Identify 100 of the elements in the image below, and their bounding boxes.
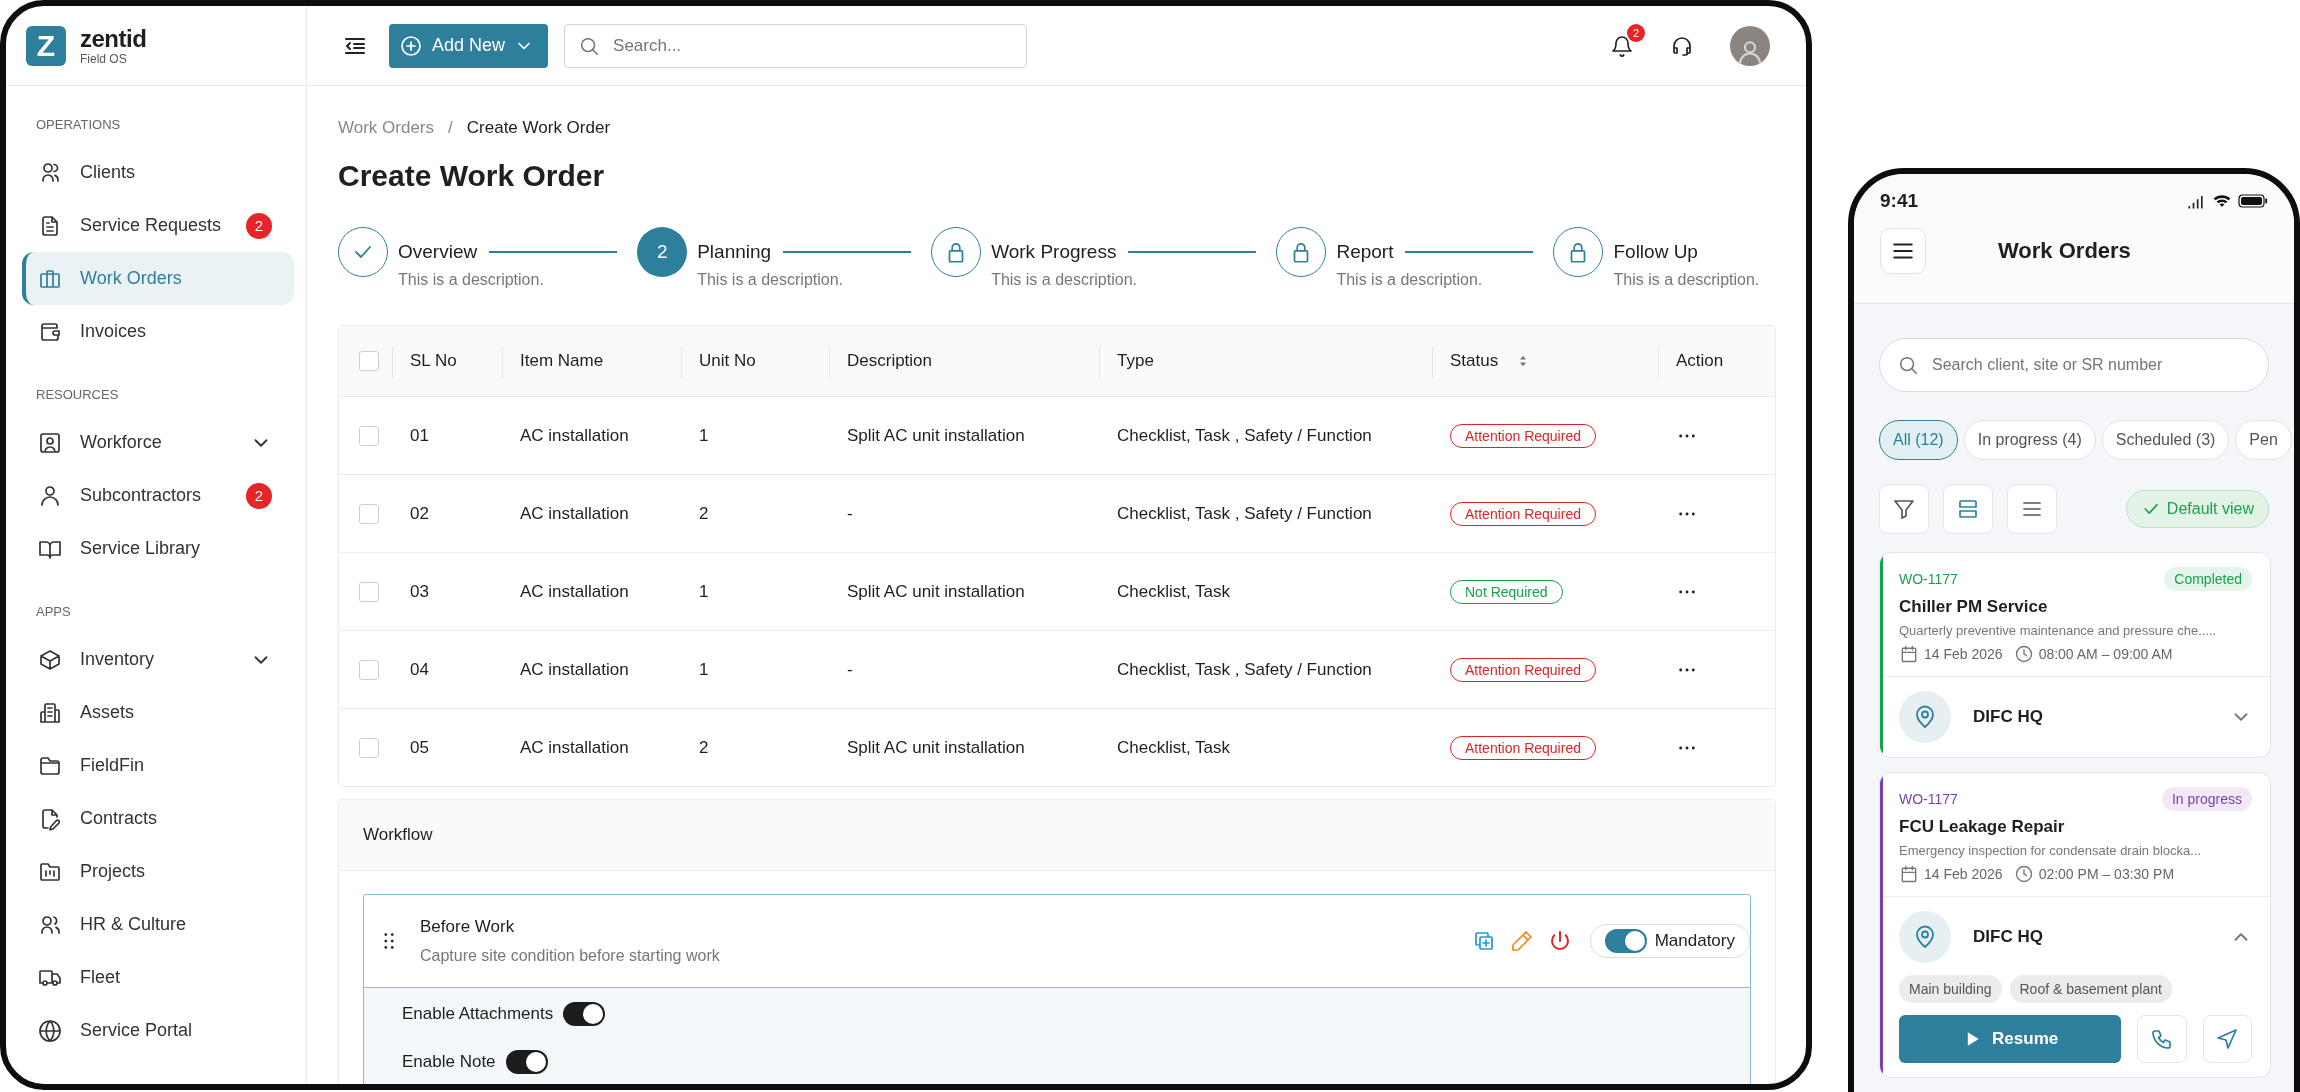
filter-chip[interactable]: Scheduled (3): [2101, 420, 2230, 460]
toggle-switch[interactable]: [505, 1050, 548, 1074]
table-cell: AC installation: [520, 737, 629, 758]
nav-item[interactable]: Contracts: [22, 792, 294, 845]
area-tag: Main building: [1899, 975, 2002, 1003]
order-date: 14 Feb 2026: [1924, 646, 2003, 662]
step-label: Planning: [697, 241, 772, 263]
nav-item[interactable]: Clients: [22, 146, 294, 199]
toggle-switch[interactable]: [1604, 929, 1647, 953]
status-badge: In progress: [2161, 787, 2252, 811]
nav-item[interactable]: Projects: [22, 845, 294, 898]
table-cell: Checklist, Task , Safety / Function: [1117, 503, 1372, 524]
logo-mark: Z: [26, 25, 66, 66]
call-button[interactable]: [2137, 1015, 2187, 1063]
filter-icon: [1892, 497, 1916, 521]
table-cell: 2: [699, 737, 709, 758]
order-date: 14 Feb 2026: [1924, 866, 2003, 882]
nav-item[interactable]: Service Library: [22, 522, 294, 575]
table-cell: Split AC unit installation: [847, 425, 1025, 446]
search-icon: [1897, 354, 1919, 376]
stage-description: Capture site condition before starting work: [420, 947, 721, 965]
bell-icon[interactable]: [1610, 33, 1634, 58]
nav-item[interactable]: Workforce: [22, 416, 294, 469]
person-icon: [38, 483, 62, 508]
count-badge: 2: [246, 212, 272, 239]
view-button[interactable]: [1879, 484, 1929, 534]
table-cell: Checklist, Task: [1117, 581, 1231, 602]
filter-chip[interactable]: Pen: [2235, 420, 2292, 460]
menu-button[interactable]: [1880, 228, 1926, 274]
nav-item[interactable]: Invoices: [22, 305, 294, 358]
search-field[interactable]: Search...: [564, 23, 1028, 68]
order-id: WO-1177: [1899, 791, 1958, 807]
panel-title: Workflow: [363, 825, 433, 845]
step-description: This is a description.: [697, 271, 845, 289]
nav-item[interactable]: Assets: [22, 686, 294, 739]
order-time: 02:00 PM – 03:30 PM: [2038, 866, 2175, 882]
order-id: WO-1177: [1899, 571, 1958, 587]
brand-name: zentid: [80, 25, 147, 52]
checkbox[interactable]: [359, 737, 379, 758]
column-header: Status: [1450, 351, 1499, 371]
column-header: Unit No: [699, 351, 756, 371]
filter-chip[interactable]: All (12): [1879, 420, 1958, 460]
column-header: SL No: [410, 351, 457, 371]
notification-badge: 2: [1627, 23, 1645, 42]
table-cell: 2: [699, 503, 709, 524]
location-pin-icon: [1899, 691, 1951, 743]
table-cell: AC installation: [520, 659, 629, 680]
checkbox[interactable]: [359, 503, 379, 524]
nav-item[interactable]: Service Requests 2: [22, 199, 294, 252]
nav-item[interactable]: FieldFin: [22, 739, 294, 792]
breadcrumb-separator: /: [448, 117, 453, 139]
table-cell: AC installation: [520, 503, 629, 524]
view-button[interactable]: [1943, 484, 1993, 534]
option-label: Enable Attachments: [402, 1004, 554, 1024]
clock-icon: [2013, 644, 2034, 664]
navigate-button[interactable]: [2202, 1015, 2252, 1063]
section-heading: APPS: [35, 603, 72, 621]
step-label: Follow Up: [1613, 241, 1698, 263]
step-label: Overview: [398, 241, 478, 263]
clock-icon: [2013, 864, 2034, 884]
nav-item[interactable]: Subcontractors 2: [22, 469, 294, 522]
pencil-icon[interactable]: [1509, 929, 1534, 953]
table-cell: 02: [410, 503, 429, 524]
status-badge: Completed: [2164, 567, 2252, 591]
table-cell: Checklist, Task: [1117, 737, 1231, 758]
step-description: This is a description.: [1613, 271, 1760, 289]
checkbox[interactable]: [359, 425, 379, 446]
step-label: Work Progress: [991, 241, 1117, 263]
nav-item[interactable]: Service Portal: [22, 1004, 294, 1057]
work-order-card[interactable]: WO-1177 Completed Chiller PM Service Quarterly preventive maintenance and pressure che..... 14 Feb 2026 08:00 AM – 09:00 AM DIFC HQ: [1879, 552, 2271, 758]
breadcrumb-link[interactable]: Work Orders: [338, 117, 435, 139]
nav-item[interactable]: Inventory: [22, 633, 294, 686]
view-button[interactable]: [2007, 484, 2057, 534]
nav-item[interactable]: Work Orders: [22, 252, 294, 305]
checkbox[interactable]: [359, 581, 379, 602]
filter-chip[interactable]: In progress (4): [1963, 420, 2096, 460]
breadcrumb-current: Create Work Order: [466, 117, 611, 139]
screen-title: Work Orders: [1998, 238, 2131, 264]
table-cell: 03: [410, 581, 429, 602]
checkbox[interactable]: [359, 351, 379, 371]
add-new-button[interactable]: Add New: [389, 23, 549, 68]
search-field[interactable]: Search client, site or SR number: [1879, 338, 2269, 392]
avatar[interactable]: [1730, 25, 1770, 66]
battery-icon: [2238, 194, 2268, 208]
table-cell: 1: [699, 581, 709, 602]
navigation-arrow-icon: [2215, 1027, 2240, 1051]
resume-button[interactable]: Resume: [1899, 1015, 2122, 1063]
toggle-switch[interactable]: [563, 1002, 606, 1026]
count-badge: 2: [246, 482, 272, 509]
column-header: Type: [1117, 351, 1154, 371]
brand-tagline: Field OS: [80, 51, 128, 66]
calendar-icon: [1899, 644, 1919, 664]
work-order-card[interactable]: WO-1177 In progress FCU Leakage Repair Emergency inspection for condensate drain blocka... 14 Feb 2026 02:00 PM – 03:30 PM DIFC HQ Main building Roof & basement plant Resume: [1879, 772, 2271, 1078]
nav-item[interactable]: Fleet: [22, 951, 294, 1004]
nav-item[interactable]: HR & Culture: [22, 898, 294, 951]
area-tag: Roof & basement plant: [2009, 975, 2172, 1003]
location-name: DIFC HQ: [1973, 707, 2043, 727]
location-name: DIFC HQ: [1973, 927, 2043, 947]
calendar-icon: [1899, 864, 1919, 884]
checkbox[interactable]: [359, 659, 379, 680]
